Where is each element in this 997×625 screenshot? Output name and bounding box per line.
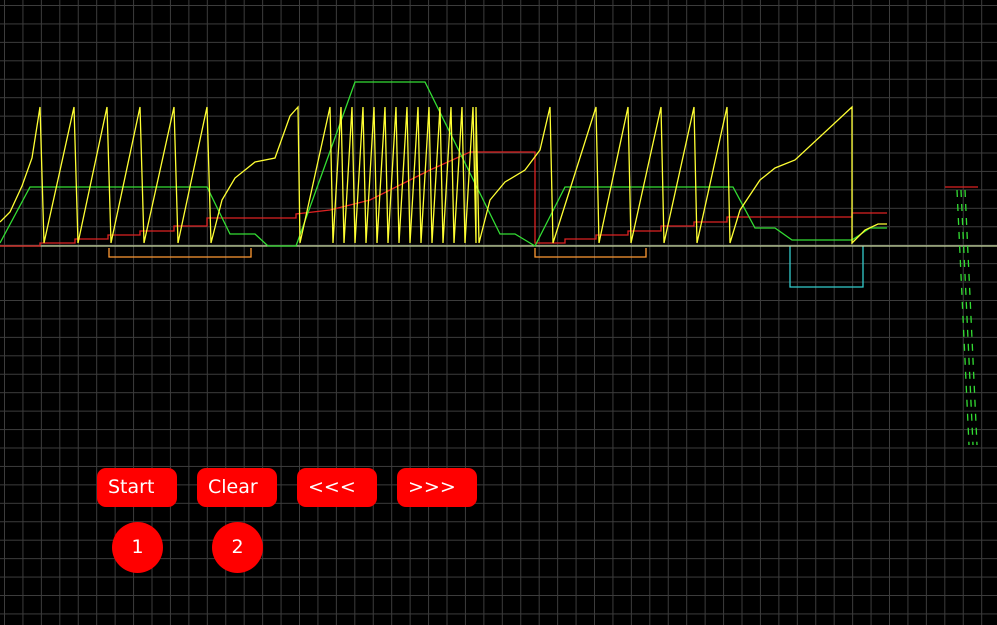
badge-1: 1 <box>112 522 163 573</box>
orange-range-marker-2 <box>534 248 647 258</box>
side-scale-dashes <box>945 186 978 446</box>
orange-range-marker-1 <box>108 248 252 258</box>
range-markers <box>108 246 864 288</box>
cyan-range-marker <box>789 246 864 288</box>
clear-button[interactable]: Clear <box>197 468 277 507</box>
yellow-sawtooth-line <box>0 105 887 245</box>
yellow-sawtooth-trace <box>0 105 887 245</box>
prev-button[interactable]: <<< <box>297 468 377 507</box>
next-button[interactable]: >>> <box>397 468 477 507</box>
start-button[interactable]: Start <box>97 468 177 507</box>
badge-2: 2 <box>212 522 263 573</box>
